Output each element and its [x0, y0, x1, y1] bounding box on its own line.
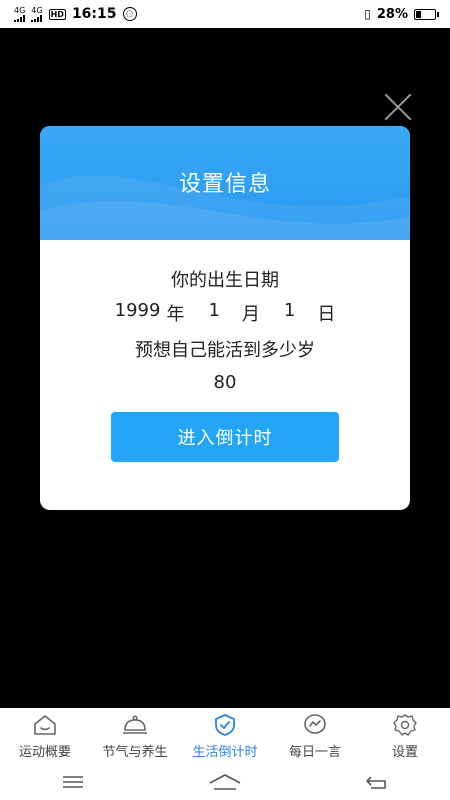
bottom-tab-bar: 运动概要 节气与养生 生活倒计时 每日一言 设置	[0, 708, 450, 764]
shield-check-icon	[215, 714, 235, 736]
tab-label: 每日一言	[288, 745, 341, 760]
birth-month[interactable]: 1	[208, 300, 219, 326]
signal-icon-2: 4G	[31, 5, 43, 22]
tab-solar-terms[interactable]: 节气与养生	[90, 708, 180, 764]
cloche-icon	[123, 715, 147, 734]
battery-icon	[414, 8, 439, 20]
tab-settings[interactable]: 设置	[360, 708, 450, 764]
network-type-2: 4G	[31, 5, 43, 15]
dialog-title: 设置信息	[178, 172, 271, 197]
settings-dialog: 设置信息 你的出生日期 1999 年 1 月 1 日 预想自己能活到多少岁 80…	[40, 126, 410, 510]
birth-day[interactable]: 1	[284, 300, 295, 326]
status-right: ▯ 28%	[364, 6, 439, 22]
birth-year[interactable]: 1999	[115, 300, 161, 326]
chat-bubble-icon	[304, 714, 326, 734]
age-label: 预想自己能活到多少岁	[135, 340, 315, 361]
close-icon[interactable]	[384, 93, 412, 121]
tab-sport-summary[interactable]: 运动概要	[0, 708, 90, 764]
home-icon[interactable]	[208, 773, 242, 791]
hd-voice-icon: HD	[48, 8, 66, 20]
status-time: 16:15	[71, 6, 117, 22]
tab-label: 运动概要	[18, 745, 71, 760]
enter-countdown-button[interactable]: 进入倒计时	[111, 412, 339, 462]
tab-label: 节气与养生	[102, 745, 168, 760]
network-type-1: 4G	[14, 5, 26, 15]
month-unit: 月	[241, 304, 260, 325]
vibrate-icon: ▯	[364, 7, 371, 21]
birth-date-label: 你的出生日期	[171, 270, 279, 291]
status-left: 4G 4G HD 16:15 ◌	[14, 6, 137, 22]
tab-label: 生活倒计时	[192, 745, 258, 760]
menu-icon[interactable]	[61, 774, 85, 790]
gear-icon	[393, 714, 417, 736]
tab-label: 设置	[391, 745, 418, 760]
house-smile-icon	[34, 715, 56, 735]
tab-life-countdown[interactable]: 生活倒计时	[180, 708, 270, 764]
year-unit: 年	[166, 304, 185, 325]
back-icon[interactable]	[365, 773, 389, 791]
tab-daily-quote[interactable]: 每日一言	[270, 708, 360, 764]
age-value-input[interactable]: 80	[40, 372, 410, 393]
dialog-header: 设置信息	[40, 126, 410, 240]
battery-percent: 28%	[376, 6, 408, 22]
status-bar: 4G 4G HD 16:15 ◌ ▯ 28%	[0, 0, 450, 28]
signal-icon-1: 4G	[14, 5, 26, 22]
day-unit: 日	[317, 304, 336, 325]
system-nav-bar	[0, 764, 450, 800]
nfc-icon: ◌	[122, 7, 137, 21]
birth-date-row[interactable]: 1999 年 1 月 1 日	[40, 300, 410, 326]
